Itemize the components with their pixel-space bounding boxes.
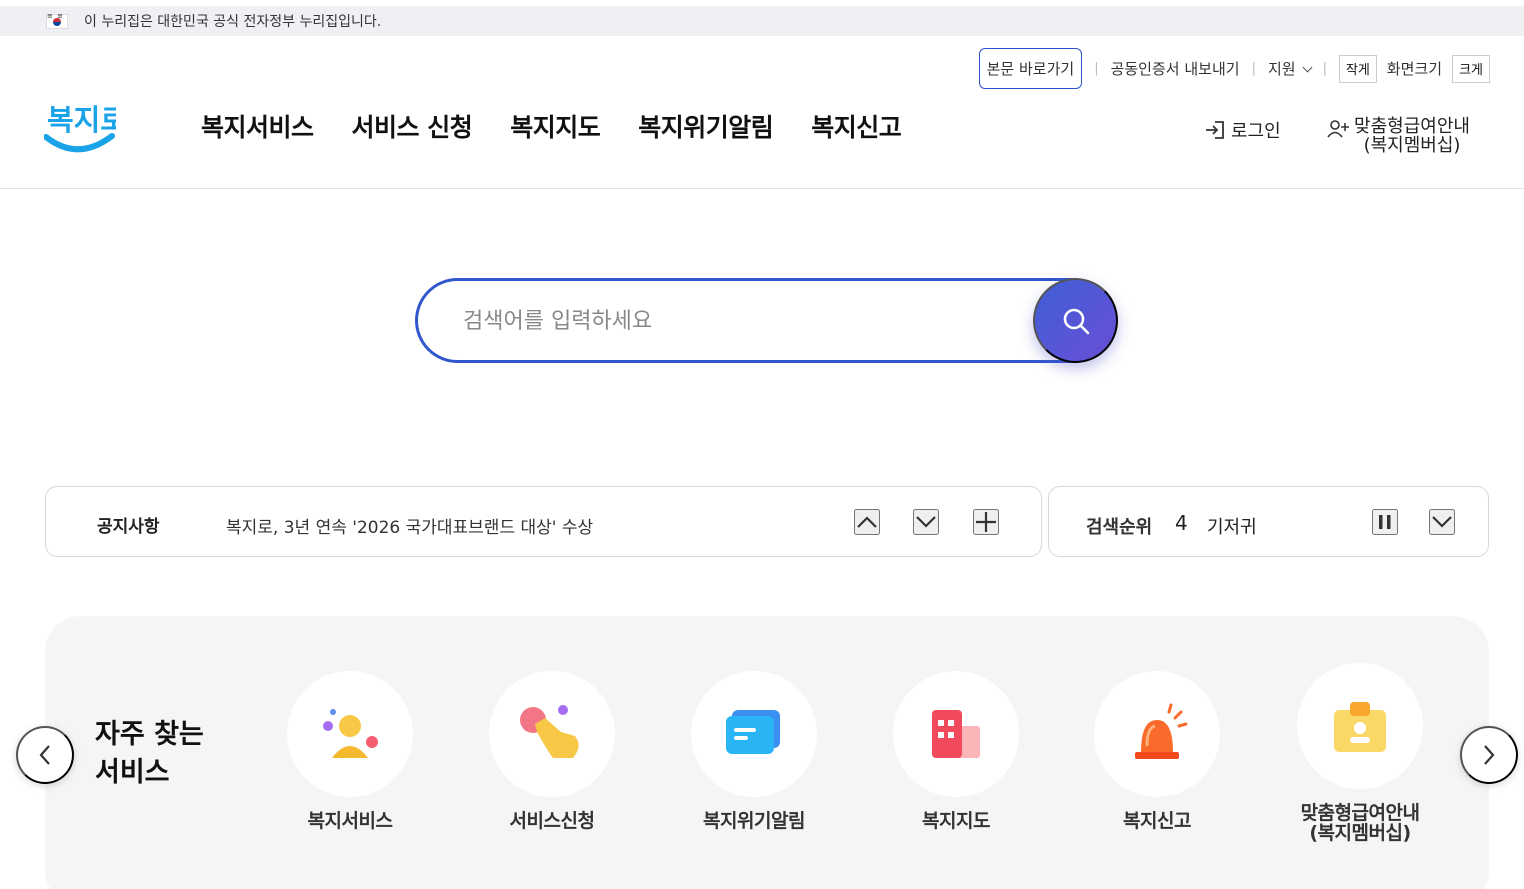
favorite-item-membership[interactable]: 맞춤형급여안내(복지멤버십) (1270, 663, 1450, 843)
person-icon (323, 709, 378, 758)
font-size-small-button[interactable]: 작게 (1338, 54, 1377, 83)
favorite-item-welfare-service[interactable]: 복지서비스 (260, 671, 440, 831)
membership-label: 맞춤형급여안내 (복지멤버십) (1354, 116, 1470, 156)
favorite-label: 맞춤형급여안내(복지멤버십) (1300, 802, 1420, 844)
favorite-icon-wrap (1297, 663, 1423, 789)
nav-welfare-service[interactable]: 복지서비스 (201, 108, 314, 144)
favorites-title: 자주 찾는 서비스 (95, 719, 204, 788)
notice-more-button[interactable] (973, 509, 999, 535)
favorite-item-welfare-map[interactable]: 복지지도 (866, 671, 1046, 831)
support-menu[interactable]: 지원 (1267, 58, 1313, 79)
notice-bar: 공지사항 복지로, 3년 연속 '2026 국가대표브랜드 대상' 수상 (45, 486, 1042, 557)
notice-label: 공지사항 (97, 517, 160, 537)
favorite-icon-wrap (893, 671, 1019, 797)
nav-crisis-alert[interactable]: 복지위기알림 (638, 108, 774, 144)
skip-to-content-button[interactable]: 본문 바로가기 (978, 48, 1083, 89)
divider: | (1322, 61, 1327, 76)
search-input[interactable] (463, 303, 1023, 339)
gov-banner: 이 누리집은 대한민국 공식 전자정부 누리집입니다. (0, 6, 1524, 36)
support-label: 지원 (1267, 60, 1296, 78)
plus-icon (976, 512, 996, 532)
header-divider (0, 188, 1524, 189)
chevron-left-icon (39, 745, 50, 765)
favorite-icon-wrap (1094, 671, 1220, 797)
divider: | (1251, 61, 1256, 76)
favorite-item-service-apply[interactable]: 서비스신청 (462, 671, 642, 831)
main-nav: 복지서비스 서비스 신청 복지지도 복지위기알림 복지신고 (201, 108, 902, 144)
favorite-item-crisis-alert[interactable]: 복지위기알림 (664, 671, 844, 831)
search-icon (1063, 308, 1089, 334)
notice-next-button[interactable] (913, 509, 939, 535)
chevron-down-icon (1432, 516, 1452, 528)
divider: | (1094, 61, 1099, 76)
pause-icon (1379, 515, 1391, 529)
favorite-label: 복지위기알림 (703, 810, 805, 832)
building-icon (932, 710, 980, 758)
carousel-prev-button[interactable] (16, 726, 74, 784)
search-rank-number: 4 (1175, 511, 1188, 535)
id-badge-icon (1334, 702, 1386, 752)
nav-welfare-report[interactable]: 복지신고 (811, 108, 902, 144)
korea-flag-icon (46, 12, 69, 29)
notice-prev-button[interactable] (854, 509, 880, 535)
membership-button[interactable]: 맞춤형급여안내 (복지멤버십) (1327, 117, 1473, 155)
chevron-down-icon (1302, 62, 1313, 73)
login-icon (1206, 121, 1224, 139)
rank-expand-button[interactable] (1429, 509, 1455, 535)
logo-text: 복지로 (47, 103, 116, 137)
bokjiro-logo[interactable]: 복지로 (43, 92, 127, 156)
favorite-icon-wrap (489, 671, 615, 797)
login-button[interactable]: 로그인 (1203, 117, 1281, 143)
favorite-label: 복지지도 (922, 810, 990, 832)
favorite-item-welfare-report[interactable]: 복지신고 (1067, 671, 1247, 831)
chevron-up-icon (857, 516, 877, 528)
utility-bar: 본문 바로가기 | 공동인증서 내보내기 | 지원 | 작게 화면크기 크게 (978, 48, 1490, 89)
search-box (415, 278, 1115, 363)
nav-welfare-map[interactable]: 복지지도 (510, 108, 601, 144)
favorite-label: 복지서비스 (307, 810, 393, 832)
search-rank-label: 검색순위 (1086, 517, 1153, 538)
login-label: 로그인 (1231, 121, 1281, 142)
gov-banner-text: 이 누리집은 대한민국 공식 전자정부 누리집입니다. (84, 14, 382, 30)
tap-hand-icon (520, 705, 579, 758)
notice-link[interactable]: 복지로, 3년 연속 '2026 국가대표브랜드 대상' 수상 (226, 513, 593, 538)
favorite-icon-wrap (691, 671, 817, 797)
search-rank-keyword[interactable]: 기저귀 (1207, 513, 1257, 539)
carousel-next-button[interactable] (1460, 726, 1518, 784)
add-user-icon (1327, 120, 1349, 138)
siren-icon (1135, 703, 1188, 759)
cert-export-link[interactable]: 공동인증서 내보내기 (1111, 58, 1240, 79)
chevron-down-icon (916, 516, 936, 528)
favorite-services: 자주 찾는 서비스 복지서비스 서비스신청 복지위기알림 복지지도 복지신고 맞… (45, 616, 1489, 889)
font-size-large-button[interactable]: 크게 (1452, 54, 1490, 83)
favorite-label: 복지신고 (1123, 810, 1191, 832)
rank-pause-button[interactable] (1372, 509, 1398, 535)
font-size-label: 화면크기 (1386, 60, 1443, 78)
logo-icon: 복지로 (43, 103, 127, 153)
search-rank-bar: 검색순위 4 기저귀 (1048, 486, 1489, 557)
search-button[interactable] (1033, 278, 1118, 363)
favorite-label: 서비스신청 (509, 810, 595, 832)
nav-service-apply[interactable]: 서비스 신청 (352, 108, 473, 144)
message-icon (726, 710, 780, 754)
chevron-right-icon (1484, 745, 1495, 765)
favorite-icon-wrap (287, 671, 413, 797)
